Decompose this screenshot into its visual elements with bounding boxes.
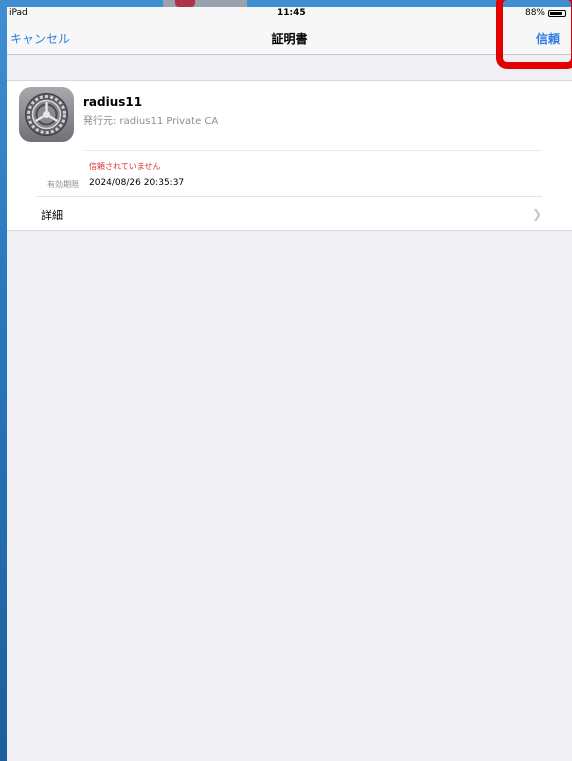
page-title: 証明書 [271, 32, 308, 46]
expiry-value: 2024/08/26 20:35:37 [89, 178, 185, 188]
background-app-strip [163, 0, 247, 7]
details-label: 詳細 [41, 209, 63, 222]
certificate-name: radius11 [83, 95, 143, 109]
expiry-label: 有効期限 [47, 180, 79, 189]
details-row[interactable]: 詳細 ❯ [7, 197, 572, 230]
status-bar: iPad 11:45 88% [7, 7, 572, 22]
status-time: 11:45 [277, 8, 306, 18]
highlight-annotation [496, 0, 572, 69]
navigation-bar: キャンセル 証明書 信頼 [7, 22, 572, 55]
chevron-right-icon: ❯ [531, 207, 542, 221]
divider [83, 150, 542, 151]
settings-gear-icon [19, 87, 74, 142]
background-app-icon [175, 0, 195, 7]
certificate-sheet: iPad 11:45 88% キャンセル 証明書 信頼 radius11 発行元… [7, 7, 572, 761]
carrier-label: iPad [9, 8, 28, 18]
trust-status-warning: 信頼されていません [89, 162, 161, 171]
certificate-issuer: 発行元: radius11 Private CA [83, 116, 219, 127]
certificate-card: radius11 発行元: radius11 Private CA 信頼されてい… [7, 80, 572, 231]
